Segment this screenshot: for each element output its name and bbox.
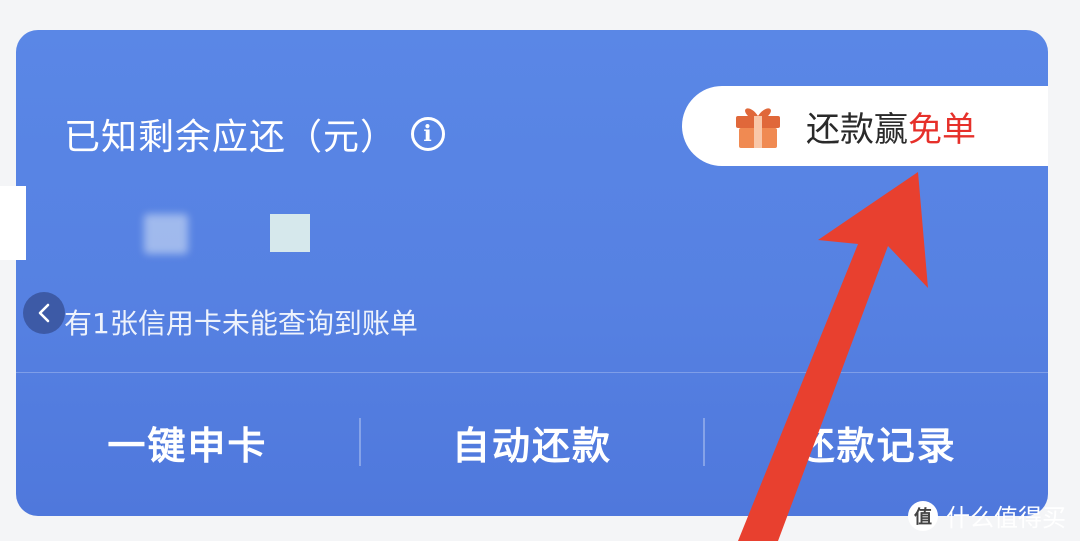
amount-mask (270, 214, 310, 252)
unqueried-bill-notice[interactable]: 有1张信用卡未能查询到账单 (64, 302, 418, 342)
watermark-text: 什么值得买 (946, 504, 1066, 532)
remaining-due-title: 已知剩余应还（元） i (64, 108, 446, 160)
remaining-due-label: 已知剩余应还（元） (64, 117, 398, 158)
gift-icon (736, 108, 780, 148)
repayment-card: 已知剩余应还（元） i 还款赢免单 有1张信用卡未能查询到账单 一键申卡 自动还… (16, 30, 1048, 516)
divider (16, 372, 1048, 373)
watermark: 值 什么值得买 (908, 498, 1066, 533)
auto-repay-button[interactable]: 自动还款 (361, 415, 704, 470)
repay-win-free-order-button[interactable]: 还款赢免单 (682, 86, 1048, 166)
watermark-logo-icon: 值 (908, 500, 938, 531)
back-button[interactable] (23, 292, 65, 334)
chevron-left-icon (38, 303, 50, 323)
amount-blurred (144, 214, 188, 254)
left-edge-tab (0, 186, 26, 260)
info-icon[interactable]: i (411, 117, 446, 151)
promo-text-highlight: 免单 (908, 109, 976, 150)
promo-label: 还款赢免单 (806, 102, 976, 151)
repay-history-button[interactable]: 还款记录 (705, 415, 1048, 470)
promo-text-prefix: 还款赢 (806, 109, 908, 150)
apply-card-button[interactable]: 一键申卡 (16, 415, 359, 470)
action-bar: 一键申卡 自动还款 还款记录 (16, 396, 1048, 488)
